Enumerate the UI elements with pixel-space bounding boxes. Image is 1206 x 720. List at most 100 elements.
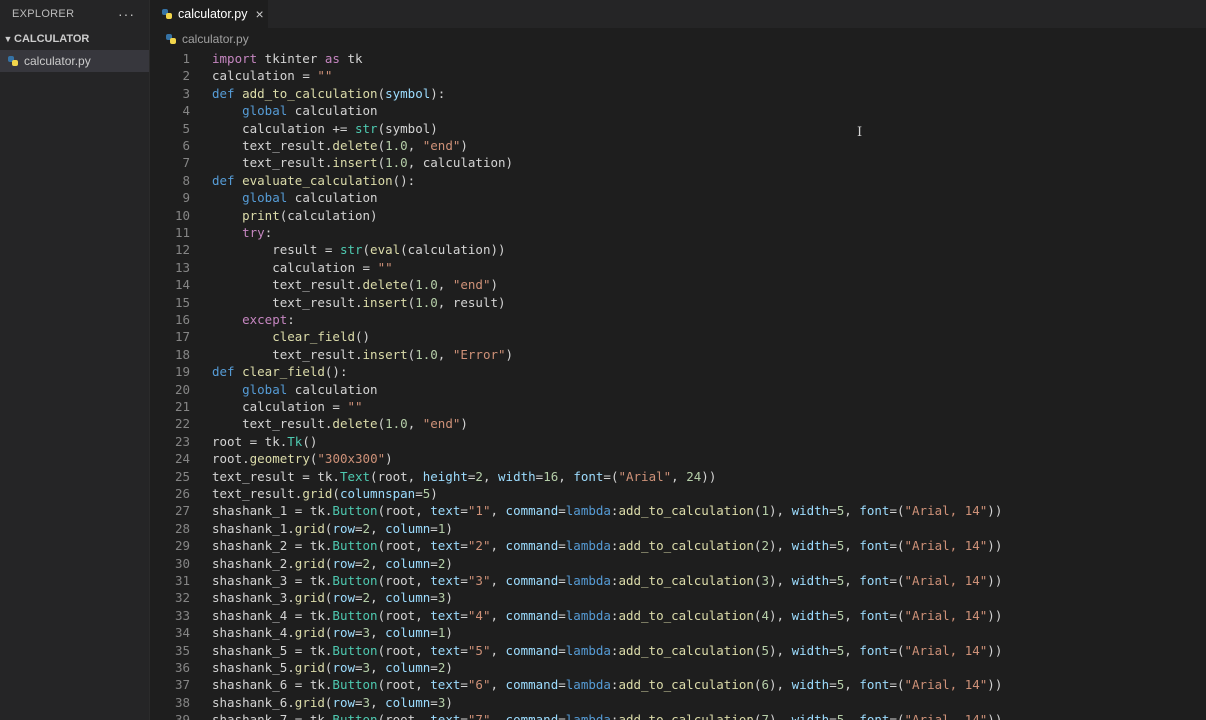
code-token: ), [768,607,792,623]
code-token: ), [768,642,792,658]
code-token: Button [332,503,378,519]
code-line[interactable]: 12 result = str(eval(calculation)) [150,241,506,258]
code-token: add_to_calculation [618,607,754,623]
code-line[interactable]: 36 shashank_5.grid(row=3, column=2) [150,659,453,676]
line-number: 39 [174,712,190,720]
line-code: shashank_5 = tk.Button(root, text="5", c… [212,642,1002,659]
line-number: 28 [174,520,190,536]
code-line[interactable]: 7 text_result.insert(1.0, calculation) [150,154,513,171]
code-line[interactable]: 21 calculation = "" [150,398,363,415]
code-token: calculation [287,381,378,397]
code-line[interactable]: 33 shashank_4 = tk.Button(root, text="4",… [150,607,1002,624]
code-token: except [242,312,288,327]
close-tab-icon[interactable]: × [255,6,263,22]
code-token: ) [505,346,514,362]
code-token: (symbol) [377,120,438,136]
line-code: def evaluate_calculation(): [212,172,415,189]
code-token: = [415,486,423,501]
code-line[interactable]: 34 shashank_4.grid(row=3, column=1) [150,624,453,641]
code-line[interactable]: 29 shashank_2 = tk.Button(root, text="2",… [150,537,1002,554]
file-item-calculator-py[interactable]: calculator.py [0,50,149,72]
line-number: 10 [174,207,190,223]
line-code: shashank_7 = tk.Button(root, text="7", c… [212,711,1002,720]
code-token: , [671,468,687,484]
code-line[interactable]: 23 root = tk.Tk() [150,433,317,450]
code-token: , [370,694,386,710]
code-token: "end" [452,277,491,293]
code-token: Button [332,712,378,720]
code-token: = [355,555,363,571]
code-line[interactable]: 8 def evaluate_calculation(): [150,172,415,189]
code-token: , [844,712,860,720]
tab-calculator-py[interactable]: calculator.py × [150,0,268,28]
code-line[interactable]: 26 text_result.grid(columnspan=5) [150,485,438,502]
code-token: delete [332,416,378,432]
code-token: as [324,51,340,66]
code-line[interactable]: 24 root.geometry("300x300") [150,450,393,467]
code-token: =( [889,538,905,554]
code-line[interactable]: 5 calculation += str(symbol) [150,120,438,137]
code-token: : [287,312,295,327]
line-code: shashank_3.grid(row=2, column=3) [212,589,453,606]
code-token: "Arial, 14" [904,607,988,623]
code-line[interactable]: 30 shashank_2.grid(row=2, column=2) [150,555,453,572]
breadcrumb[interactable]: calculator.py [150,28,1206,50]
folder-calculator[interactable]: ▼ CALCULATOR [0,28,149,50]
code-token: row [332,520,356,536]
code-line[interactable]: 37 shashank_6 = tk.Button(root, text="6",… [150,676,1002,693]
code-token: "2" [467,538,491,554]
code-token: ) [430,486,438,501]
more-actions-icon[interactable]: ··· [118,6,135,22]
code-line[interactable]: 16 except: [150,311,295,328]
code-editor[interactable]: 1 import tkinter as tk 2 calculation = "" 3 d… [150,50,1206,720]
line-number: 12 [174,242,190,258]
code-token: , [844,642,860,658]
code-line[interactable]: 9 global calculation [150,189,377,206]
code-token: delete [332,138,378,153]
code-line[interactable]: 35 shashank_5 = tk.Button(root, text="5",… [150,642,1002,659]
code-token: shashank_1. [212,520,295,536]
code-token: 16 [543,468,559,484]
scrollbar[interactable] [1192,28,1206,720]
code-line[interactable]: 22 text_result.delete(1.0, "end") [150,415,468,432]
code-token: grid [294,520,325,536]
code-line[interactable]: 1 import tkinter as tk [150,50,362,67]
code-line[interactable]: 32 shashank_3.grid(row=2, column=3) [150,589,453,606]
code-line[interactable]: 19 def clear_field(): [150,363,348,380]
code-line[interactable]: 2 calculation = "" [150,67,332,84]
code-line[interactable]: 31 shashank_3 = tk.Button(root, text="3",… [150,572,1002,589]
code-token: ), [768,503,792,519]
code-token: = [460,712,468,720]
code-line[interactable]: 20 global calculation [150,381,378,398]
code-line[interactable]: 39 shashank_7 = tk.Button(root, text="7",… [150,711,1002,720]
code-line[interactable]: 27 shashank_1 = tk.Button(root, text="1",… [150,502,1002,519]
line-number: 30 [174,555,190,571]
code-token: = [430,520,438,536]
code-line[interactable]: 17 clear_field() [150,328,370,345]
line-code: def clear_field(): [212,363,347,380]
code-line[interactable]: 4 global calculation [150,102,377,119]
code-line[interactable]: 28 shashank_1.grid(row=2, column=1) [150,520,453,537]
code-token: symbol [385,85,431,101]
code-line[interactable]: 25 text_result = tk.Text(root, height=2, … [150,468,716,485]
code-token: grid [294,555,325,571]
code-line[interactable]: 18 text_result.insert(1.0, "Error") [150,346,513,363]
code-line[interactable]: 11 try: [150,224,272,241]
code-line[interactable]: 13 calculation = "" [150,259,393,276]
code-token: font [859,607,890,623]
code-line[interactable]: 10 print(calculation) [150,207,378,224]
code-line[interactable]: 15 text_result.insert(1.0, result) [150,294,506,311]
line-code: calculation = "" [212,67,332,84]
line-code: shashank_2.grid(row=2, column=2) [212,555,453,572]
code-line[interactable]: 38 shashank_6.grid(row=3, column=3) [150,694,453,711]
code-token: shashank_3. [212,590,295,606]
code-line[interactable]: 6 text_result.delete(1.0, "end") [150,137,467,154]
code-token: command [505,503,559,519]
code-line[interactable]: 3 def add_to_calculation(symbol): [150,85,445,102]
code-line[interactable]: 14 text_result.delete(1.0, "end") [150,276,498,293]
code-token: insert [362,294,408,310]
code-token: Button [332,677,378,693]
breadcrumb-file[interactable]: calculator.py [182,32,249,46]
